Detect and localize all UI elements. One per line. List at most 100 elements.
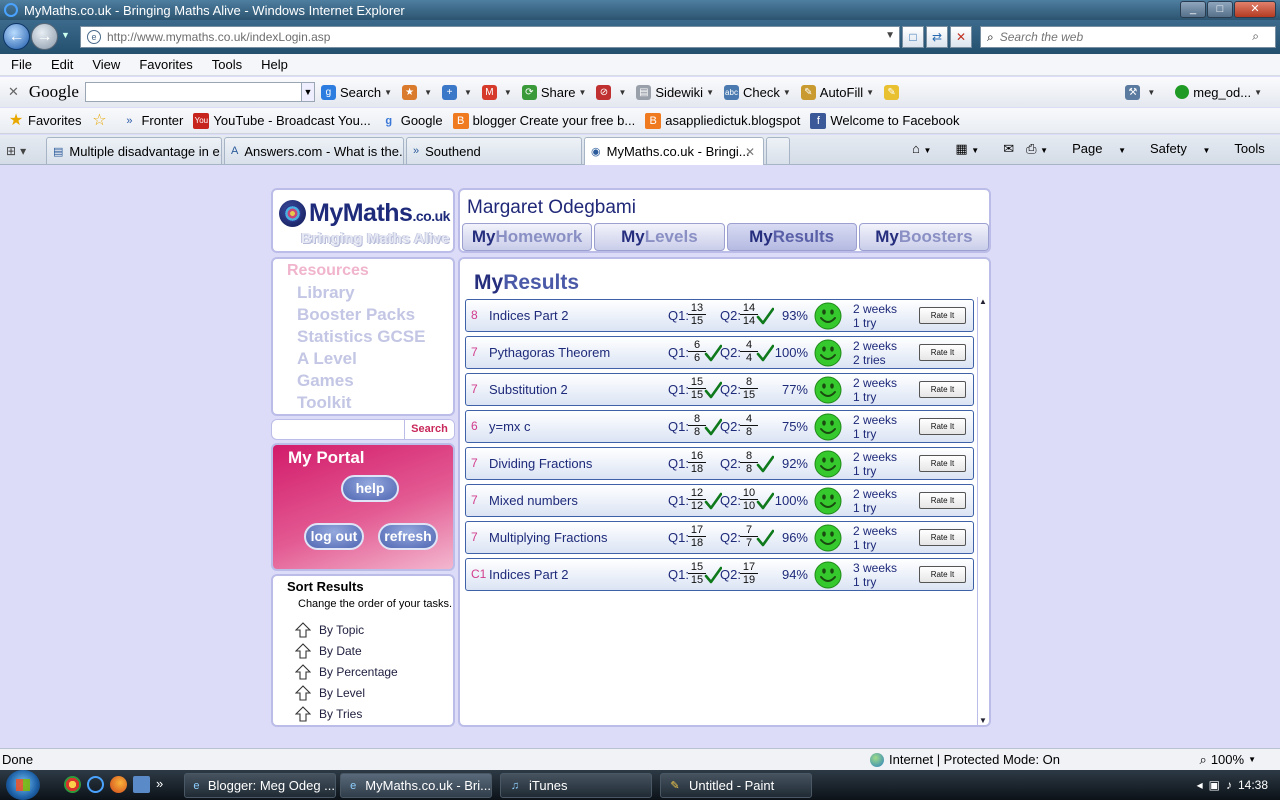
volume-icon[interactable]: ♪: [1226, 778, 1232, 792]
rate-it-button[interactable]: Rate It: [919, 344, 966, 361]
resource-statistics-gcse[interactable]: Statistics GCSE: [297, 326, 426, 348]
topic-link[interactable]: Mixed numbers: [489, 485, 578, 516]
menu-favorites[interactable]: Favorites: [139, 57, 192, 72]
result-row[interactable]: 7 Substitution 2 Q1: 15 15 Q2: 8 15 77% 2 weeks 1 …: [465, 373, 974, 406]
zoom-control[interactable]: ⌕ 100% ▼: [1200, 752, 1256, 768]
mail-button[interactable]: ✉: [1003, 141, 1014, 157]
rate-it-button[interactable]: Rate It: [919, 418, 966, 435]
quick-tabs-icon[interactable]: ⊞: [6, 144, 16, 158]
tools-menu[interactable]: Tools ▼: [1234, 141, 1280, 156]
account-button[interactable]: meg_od... ▼: [1175, 85, 1262, 100]
favorite-blogger[interactable]: Bblogger Create your free b...: [452, 112, 635, 129]
topic-link[interactable]: Indices Part 2: [489, 559, 569, 590]
refresh-icon[interactable]: ⇄: [926, 26, 948, 48]
feeds-button[interactable]: ▦ ▼: [955, 141, 991, 157]
sort-by-tries[interactable]: By Tries: [295, 703, 398, 724]
back-button[interactable]: ←: [3, 23, 30, 50]
maximize-button[interactable]: □: [1207, 1, 1233, 18]
topic-link[interactable]: Substitution 2: [489, 374, 568, 405]
sort-by-date[interactable]: By Date: [295, 640, 398, 661]
show-desktop-icon[interactable]: [133, 776, 150, 793]
url-input[interactable]: [107, 30, 867, 44]
sort-by-percentage[interactable]: By Percentage: [295, 661, 398, 682]
safety-menu[interactable]: Safety ▼: [1150, 141, 1222, 156]
history-dropdown-icon[interactable]: ▼: [61, 30, 70, 40]
resource-a-level[interactable]: A Level: [297, 348, 426, 370]
result-row[interactable]: C1 Indices Part 2 Q1: 15 15 Q2: 17 19 94% 3 weeks…: [465, 558, 974, 591]
favorites-button[interactable]: ★ Favorites: [8, 112, 82, 129]
result-row[interactable]: 7 Dividing Fractions Q1: 16 18 Q2: 8 8 92% 2 week…: [465, 447, 974, 480]
task-mymaths[interactable]: e MyMaths.co.uk - Bri...: [340, 773, 492, 798]
result-row[interactable]: 7 Pythagoras Theorem Q1: 6 6 Q2: 4 4 100% 2 weeks…: [465, 336, 974, 369]
clock[interactable]: 14:38: [1238, 778, 1268, 792]
home-button[interactable]: ⌂ ▼: [912, 141, 943, 156]
firefox-icon[interactable]: [110, 776, 127, 793]
autofill-button[interactable]: ✎ AutoFill ▼: [800, 84, 874, 100]
settings-button[interactable]: ⚒ ▼: [1125, 84, 1155, 100]
nav-my-results[interactable]: MyResults: [726, 223, 857, 251]
menu-file[interactable]: File: [11, 57, 32, 72]
gmail-button[interactable]: M ▼: [481, 84, 512, 100]
share-button[interactable]: ⟳ Share ▼: [521, 84, 586, 100]
resource-library[interactable]: Library: [297, 282, 426, 304]
task-blogger[interactable]: e Blogger: Meg Odeg ...: [184, 773, 336, 798]
tab-answers[interactable]: A Answers.com - What is the...: [224, 137, 404, 164]
stop-icon[interactable]: ✕: [950, 26, 972, 48]
nav-my-homework[interactable]: MyHomework: [462, 223, 593, 251]
new-tab-button[interactable]: [766, 137, 790, 164]
resource-games[interactable]: Games: [297, 370, 426, 392]
results-scrollbar[interactable]: ▲ ▼: [977, 297, 987, 725]
web-search-box[interactable]: ⌕ ⌕: [980, 26, 1276, 48]
tab-list-icon[interactable]: ▾: [20, 144, 26, 158]
block-button[interactable]: ⊘ ▼: [596, 84, 626, 100]
web-search-input[interactable]: [999, 30, 1250, 44]
favorite-fronter[interactable]: » Fronter: [121, 113, 183, 129]
favorite-facebook[interactable]: f Welcome to Facebook: [810, 112, 959, 129]
logout-button[interactable]: log out: [304, 523, 364, 550]
google-search-button[interactable]: g Search ▼: [320, 84, 392, 100]
add-favorite-button[interactable]: ☆: [91, 112, 111, 129]
forward-button[interactable]: →: [31, 23, 58, 50]
compatibility-icon[interactable]: □: [902, 26, 924, 48]
more-icon[interactable]: »: [156, 776, 163, 793]
minimize-button[interactable]: _: [1180, 1, 1206, 18]
task-itunes[interactable]: ♫ iTunes: [500, 773, 652, 798]
topic-link[interactable]: Dividing Fractions: [489, 448, 592, 479]
google-search-input[interactable]: ▼: [84, 82, 315, 102]
help-button[interactable]: help: [341, 475, 399, 502]
rate-it-button[interactable]: Rate It: [919, 455, 966, 472]
resources-heading[interactable]: Resources: [287, 262, 369, 280]
close-toolbar-icon[interactable]: ✕: [8, 84, 19, 100]
topic-link[interactable]: Indices Part 2: [489, 300, 569, 331]
favorite-google[interactable]: g Google: [381, 113, 442, 129]
result-row[interactable]: 7 Multiplying Fractions Q1: 17 18 Q2: 7 7 96% 2 w…: [465, 521, 974, 554]
favorite-blogspot[interactable]: Basappliedictuk.blogspot: [645, 112, 800, 129]
tab-mymaths[interactable]: ◉ MyMaths.co.uk - Bringi... ✕: [584, 137, 764, 165]
topic-link[interactable]: Pythagoras Theorem: [489, 337, 610, 368]
rate-it-button[interactable]: Rate It: [919, 381, 966, 398]
chrome-icon[interactable]: [64, 776, 81, 793]
favorite-youtube[interactable]: You YouTube - Broadcast You...: [193, 112, 371, 129]
sort-by-topic[interactable]: By Topic: [295, 619, 398, 640]
resource-booster-packs[interactable]: Booster Packs: [297, 304, 426, 326]
topic-link[interactable]: Multiplying Fractions: [489, 522, 608, 553]
spellcheck-button[interactable]: abc Check ▼: [724, 84, 791, 100]
scroll-up-icon[interactable]: ▲: [979, 297, 987, 306]
result-row[interactable]: 6 y=mx c Q1: 8 8 Q2: 4 8 75% 2 weeks 1 try Rate It: [465, 410, 974, 443]
close-button[interactable]: ✕: [1234, 1, 1276, 18]
tab-southend[interactable]: » Southend: [406, 137, 582, 164]
nav-my-levels[interactable]: MyLevels: [594, 223, 725, 251]
rate-it-button[interactable]: Rate It: [919, 492, 966, 509]
refresh-button[interactable]: refresh: [378, 523, 438, 550]
chevron-down-icon[interactable]: ▼: [885, 30, 895, 41]
menu-tools[interactable]: Tools: [212, 57, 242, 72]
menu-edit[interactable]: Edit: [51, 57, 73, 72]
topic-link[interactable]: y=mx c: [489, 411, 531, 442]
search-icon[interactable]: ⌕: [1252, 29, 1259, 44]
chevron-down-icon[interactable]: ▼: [300, 83, 314, 101]
result-row[interactable]: 8 Indices Part 2 Q1: 13 15 Q2: 14 14 93% 2 weeks 1…: [465, 299, 974, 332]
print-button[interactable]: ⎙ ▼: [1026, 141, 1060, 157]
nav-my-boosters[interactable]: MyBoosters: [858, 223, 989, 251]
sort-by-level[interactable]: By Level: [295, 682, 398, 703]
task-paint[interactable]: ✎ Untitled - Paint: [660, 773, 812, 798]
